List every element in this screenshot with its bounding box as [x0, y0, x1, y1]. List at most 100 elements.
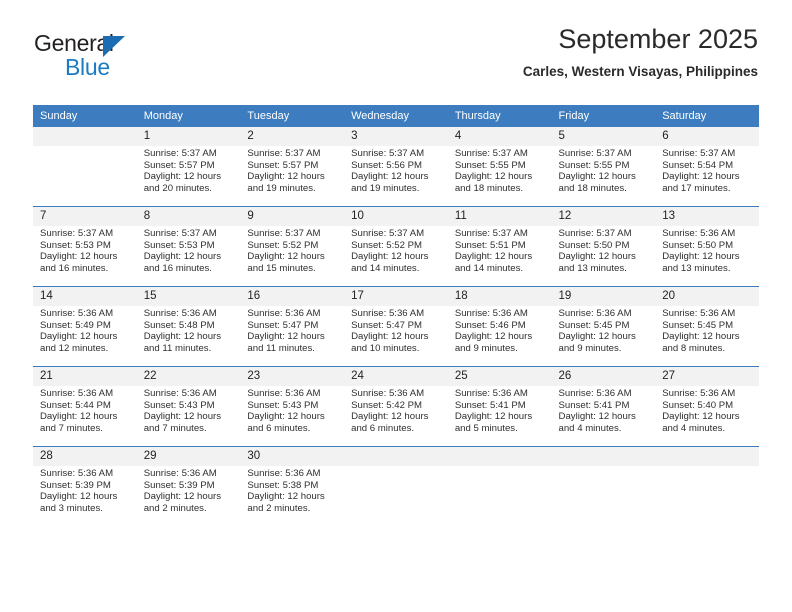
- day-cell[interactable]: 11 Sunrise: 5:37 AM Sunset: 5:51 PM Dayl…: [447, 206, 552, 287]
- day-details: Sunrise: 5:36 AM Sunset: 5:43 PM Dayligh…: [137, 386, 241, 434]
- sunrise-text: Sunrise: 5:36 AM: [662, 308, 736, 319]
- day-number: 28: [33, 447, 137, 466]
- sunrise-text: Sunrise: 5:37 AM: [558, 228, 632, 239]
- sunset-text: Sunset: 5:47 PM: [247, 319, 319, 331]
- day-number: 16: [240, 287, 345, 306]
- day-details: Sunrise: 5:37 AM Sunset: 5:51 PM Dayligh…: [448, 226, 552, 274]
- sunrise-text: Sunrise: 5:36 AM: [558, 388, 632, 399]
- sunrise-text: Sunrise: 5:37 AM: [454, 228, 528, 239]
- daylight-text-line1: Daylight: 12 hours: [454, 331, 533, 343]
- daylight-text-line2: and 2 minutes.: [143, 502, 207, 514]
- sunrise-text: Sunrise: 5:37 AM: [40, 228, 114, 239]
- logo-text-general: General: [34, 30, 114, 56]
- day-cell[interactable]: 5 Sunrise: 5:37 AM Sunset: 5:55 PM Dayli…: [551, 127, 656, 207]
- day-number: 17: [344, 287, 448, 306]
- sunset-text: Sunset: 5:51 PM: [454, 239, 526, 251]
- daylight-text-line2: and 6 minutes.: [247, 422, 311, 434]
- day-cell[interactable]: 14 Sunrise: 5:36 AM Sunset: 5:49 PM Dayl…: [33, 286, 137, 367]
- sunrise-text: Sunrise: 5:36 AM: [351, 388, 425, 399]
- sunrise-text: Sunrise: 5:36 AM: [247, 468, 321, 479]
- day-number: [33, 127, 137, 146]
- day-details: Sunrise: 5:37 AM Sunset: 5:52 PM Dayligh…: [344, 226, 448, 274]
- day-cell[interactable]: 1 Sunrise: 5:37 AM Sunset: 5:57 PM Dayli…: [136, 127, 241, 207]
- sunrise-text: Sunrise: 5:37 AM: [351, 228, 425, 239]
- day-cell[interactable]: 20 Sunrise: 5:36 AM Sunset: 5:45 PM Dayl…: [655, 286, 759, 367]
- sunset-text: Sunset: 5:42 PM: [351, 399, 423, 411]
- day-cell[interactable]: 22 Sunrise: 5:36 AM Sunset: 5:43 PM Dayl…: [136, 366, 241, 447]
- day-cell[interactable]: 13 Sunrise: 5:36 AM Sunset: 5:50 PM Dayl…: [655, 206, 759, 287]
- day-cell[interactable]: 27 Sunrise: 5:36 AM Sunset: 5:40 PM Dayl…: [655, 366, 759, 447]
- sunset-text: Sunset: 5:41 PM: [558, 399, 630, 411]
- sunrise-text: Sunrise: 5:36 AM: [454, 388, 528, 399]
- day-number: 9: [240, 207, 345, 226]
- daylight-text-line2: and 11 minutes.: [247, 342, 315, 354]
- day-cell[interactable]: 8 Sunrise: 5:37 AM Sunset: 5:53 PM Dayli…: [136, 206, 241, 287]
- sunset-text: Sunset: 5:43 PM: [143, 399, 215, 411]
- day-cell[interactable]: 10 Sunrise: 5:37 AM Sunset: 5:52 PM Dayl…: [344, 206, 448, 287]
- day-cell[interactable]: [33, 127, 137, 207]
- day-cell[interactable]: 3 Sunrise: 5:37 AM Sunset: 5:56 PM Dayli…: [344, 127, 448, 207]
- day-cell[interactable]: 6 Sunrise: 5:37 AM Sunset: 5:54 PM Dayli…: [655, 127, 759, 207]
- day-number: 25: [447, 367, 552, 386]
- sunrise-text: Sunrise: 5:36 AM: [662, 388, 736, 399]
- day-cell[interactable]: [447, 446, 552, 526]
- day-number: 18: [447, 287, 552, 306]
- day-cell[interactable]: 25 Sunrise: 5:36 AM Sunset: 5:41 PM Dayl…: [447, 366, 552, 447]
- day-cell[interactable]: 4 Sunrise: 5:37 AM Sunset: 5:55 PM Dayli…: [447, 127, 552, 207]
- day-number: 22: [136, 367, 241, 386]
- day-cell[interactable]: 30 Sunrise: 5:36 AM Sunset: 5:38 PM Dayl…: [240, 446, 345, 526]
- day-cell[interactable]: 15 Sunrise: 5:36 AM Sunset: 5:48 PM Dayl…: [136, 286, 241, 367]
- day-cell[interactable]: [655, 446, 759, 526]
- daylight-text-line2: and 7 minutes.: [143, 422, 207, 434]
- sunset-text: Sunset: 5:57 PM: [143, 159, 215, 171]
- day-number: 13: [655, 207, 759, 226]
- day-cell[interactable]: 2 Sunrise: 5:37 AM Sunset: 5:57 PM Dayli…: [240, 127, 345, 207]
- day-cell[interactable]: 18 Sunrise: 5:36 AM Sunset: 5:46 PM Dayl…: [447, 286, 552, 367]
- day-cell[interactable]: 7 Sunrise: 5:37 AM Sunset: 5:53 PM Dayli…: [33, 206, 137, 287]
- daylight-text-line2: and 14 minutes.: [454, 262, 524, 274]
- day-cell[interactable]: 17 Sunrise: 5:36 AM Sunset: 5:47 PM Dayl…: [344, 286, 448, 367]
- sunset-text: Sunset: 5:39 PM: [40, 479, 111, 491]
- generalblue-logo[interactable]: General Blue: [34, 30, 174, 82]
- daylight-text-line2: and 17 minutes.: [662, 182, 731, 194]
- daylight-text-line1: Daylight: 12 hours: [351, 171, 429, 183]
- daylight-text-line1: Daylight: 12 hours: [40, 331, 118, 343]
- sunrise-text: Sunrise: 5:36 AM: [662, 228, 736, 239]
- day-cell[interactable]: 23 Sunrise: 5:36 AM Sunset: 5:43 PM Dayl…: [240, 366, 345, 447]
- day-cell[interactable]: 29 Sunrise: 5:36 AM Sunset: 5:39 PM Dayl…: [136, 446, 241, 526]
- daylight-text-line2: and 16 minutes.: [40, 262, 109, 274]
- sunrise-text: Sunrise: 5:37 AM: [558, 148, 632, 159]
- day-cell[interactable]: 9 Sunrise: 5:37 AM Sunset: 5:52 PM Dayli…: [240, 206, 345, 287]
- day-cell[interactable]: 16 Sunrise: 5:36 AM Sunset: 5:47 PM Dayl…: [240, 286, 345, 367]
- sunset-text: Sunset: 5:50 PM: [558, 239, 630, 251]
- sunset-text: Sunset: 5:38 PM: [247, 479, 319, 491]
- day-details: Sunrise: 5:36 AM Sunset: 5:50 PM Dayligh…: [655, 226, 759, 274]
- day-number: 3: [344, 127, 448, 146]
- day-cell[interactable]: [344, 446, 448, 526]
- sunset-text: Sunset: 5:56 PM: [351, 159, 423, 171]
- day-cell[interactable]: 21 Sunrise: 5:36 AM Sunset: 5:44 PM Dayl…: [33, 366, 137, 447]
- sunset-text: Sunset: 5:48 PM: [143, 319, 215, 331]
- daylight-text-line2: and 11 minutes.: [143, 342, 212, 354]
- daylight-text-line2: and 7 minutes.: [40, 422, 103, 434]
- daylight-text-line2: and 18 minutes.: [558, 182, 627, 194]
- day-cell[interactable]: [551, 446, 656, 526]
- day-cell[interactable]: 28 Sunrise: 5:36 AM Sunset: 5:39 PM Dayl…: [33, 446, 137, 526]
- day-cell[interactable]: 12 Sunrise: 5:37 AM Sunset: 5:50 PM Dayl…: [551, 206, 656, 287]
- day-cell[interactable]: 24 Sunrise: 5:36 AM Sunset: 5:42 PM Dayl…: [344, 366, 448, 447]
- day-details: Sunrise: 5:36 AM Sunset: 5:38 PM Dayligh…: [240, 466, 344, 514]
- daylight-text-line1: Daylight: 12 hours: [351, 251, 429, 263]
- title-block: September 2025 Carles, Western Visayas, …: [523, 22, 758, 80]
- daylight-text-line2: and 10 minutes.: [351, 342, 420, 354]
- day-cell[interactable]: 26 Sunrise: 5:36 AM Sunset: 5:41 PM Dayl…: [551, 366, 656, 447]
- daylight-text-line1: Daylight: 12 hours: [40, 411, 118, 423]
- daylight-text-line2: and 9 minutes.: [558, 342, 622, 354]
- sunrise-text: Sunrise: 5:36 AM: [40, 308, 114, 319]
- daylight-text-line1: Daylight: 12 hours: [662, 411, 740, 423]
- day-number: 21: [33, 367, 137, 386]
- daylight-text-line2: and 16 minutes.: [143, 262, 212, 274]
- daylight-text-line2: and 20 minutes.: [143, 182, 212, 194]
- sunset-text: Sunset: 5:50 PM: [662, 239, 734, 251]
- daylight-text-line1: Daylight: 12 hours: [662, 331, 740, 343]
- day-cell[interactable]: 19 Sunrise: 5:36 AM Sunset: 5:45 PM Dayl…: [551, 286, 656, 367]
